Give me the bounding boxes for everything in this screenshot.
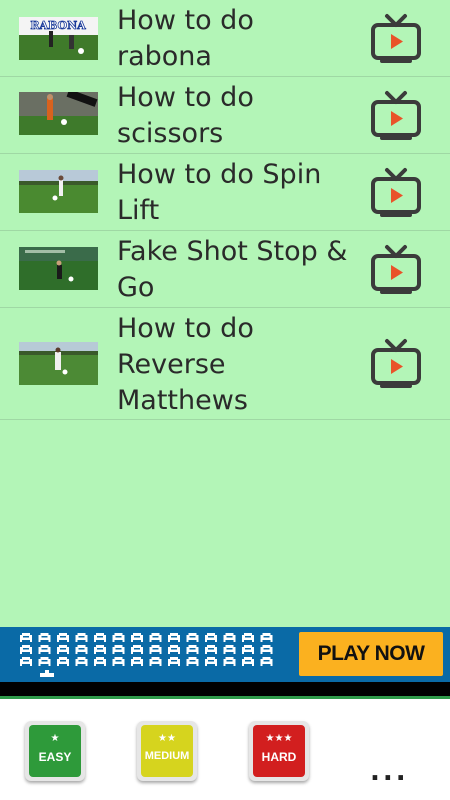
video-title[interactable]: How to do rabona: [117, 3, 357, 75]
cannon-tip-icon: [45, 670, 49, 673]
invader-icon: [131, 633, 143, 642]
invader-icon: [260, 633, 273, 642]
tv-play-icon[interactable]: [370, 167, 422, 219]
video-thumbnail[interactable]: [19, 170, 98, 213]
invader-icon: [20, 633, 32, 642]
invader-icon: [20, 645, 32, 654]
invader-icon: [75, 657, 88, 666]
invader-icon: [131, 657, 143, 666]
video-list: RABONA How to do rabona How to do scisso…: [0, 0, 450, 420]
invader-icon: [94, 657, 106, 666]
invader-icon: [75, 645, 88, 654]
star-icon: ★★: [158, 733, 176, 744]
tv-play-icon[interactable]: [370, 13, 422, 65]
easy-button-face: ★ EASY: [29, 725, 81, 777]
ad-banner-strip: [0, 682, 450, 696]
video-row-spin-lift[interactable]: How to do Spin Lift: [0, 154, 450, 231]
difficulty-bar: ★ EASY ★★ MEDIUM ★★★ HARD ...: [0, 699, 450, 800]
invader-icon: [149, 645, 162, 654]
invader-icon: [75, 633, 88, 642]
video-thumbnail[interactable]: [19, 92, 98, 135]
video-thumbnail[interactable]: RABONA: [19, 17, 98, 60]
video-title[interactable]: How to do Reverse Matthews: [117, 311, 357, 419]
invader-icon: [20, 657, 32, 666]
video-row-rabona[interactable]: RABONA How to do rabona: [0, 0, 450, 77]
invader-icon: [205, 645, 217, 654]
invader-icon: [38, 657, 51, 666]
video-title[interactable]: How to do Spin Lift: [117, 157, 357, 229]
invader-icon: [149, 633, 162, 642]
more-options-button[interactable]: ...: [370, 757, 409, 787]
ad-banner[interactable]: PLAY NOW: [0, 627, 450, 682]
invader-icon: [223, 657, 236, 666]
play-now-button[interactable]: PLAY NOW: [299, 632, 443, 676]
medium-label: MEDIUM: [144, 750, 190, 762]
invader-icon: [186, 657, 199, 666]
invader-icon: [186, 633, 199, 642]
medium-button-face: ★★ MEDIUM: [141, 725, 193, 777]
invader-icon: [38, 645, 51, 654]
invader-icon: [205, 633, 217, 642]
video-row-scissors[interactable]: How to do scissors: [0, 77, 450, 154]
hard-button-face: ★★★ HARD: [253, 725, 305, 777]
invader-sprites: [20, 633, 273, 677]
invader-icon: [260, 657, 273, 666]
invader-icon: [168, 645, 180, 654]
invader-icon: [149, 657, 162, 666]
invader-icon: [57, 645, 69, 654]
invader-icon: [112, 657, 125, 666]
cannon-icon: [40, 673, 54, 677]
invader-icon: [242, 645, 254, 654]
tv-play-icon[interactable]: [370, 244, 422, 296]
invader-icon: [94, 633, 106, 642]
invader-icon: [94, 645, 106, 654]
invader-icon: [186, 645, 199, 654]
video-thumbnail[interactable]: [19, 247, 98, 290]
video-thumbnail[interactable]: [19, 342, 98, 385]
tv-play-icon[interactable]: [370, 338, 422, 390]
invader-icon: [112, 645, 125, 654]
invader-icon: [112, 633, 125, 642]
hard-label: HARD: [261, 750, 297, 764]
star-icon: ★: [50, 733, 60, 744]
invader-icon: [223, 633, 236, 642]
invader-icon: [57, 657, 69, 666]
video-row-reverse-matthews[interactable]: How to do Reverse Matthews: [0, 308, 450, 420]
thumb-overlay-text: RABONA: [30, 19, 86, 32]
invader-icon: [205, 657, 217, 666]
invader-icon: [131, 645, 143, 654]
invader-icon: [260, 645, 273, 654]
easy-button[interactable]: ★ EASY: [25, 721, 85, 781]
invader-icon: [223, 645, 236, 654]
invader-icon: [168, 633, 180, 642]
invader-icon: [242, 633, 254, 642]
star-icon: ★★★: [265, 733, 293, 744]
invader-icon: [242, 657, 254, 666]
video-title[interactable]: Fake Shot Stop & Go: [117, 234, 357, 306]
invader-icon: [57, 633, 69, 642]
easy-label: EASY: [38, 750, 72, 764]
invader-icon: [168, 657, 180, 666]
video-row-fake-shot[interactable]: Fake Shot Stop & Go: [0, 231, 450, 308]
invader-icon: [38, 633, 51, 642]
video-title[interactable]: How to do scissors: [117, 80, 357, 152]
medium-button[interactable]: ★★ MEDIUM: [137, 721, 197, 781]
tv-play-icon[interactable]: [370, 90, 422, 142]
hard-button[interactable]: ★★★ HARD: [249, 721, 309, 781]
